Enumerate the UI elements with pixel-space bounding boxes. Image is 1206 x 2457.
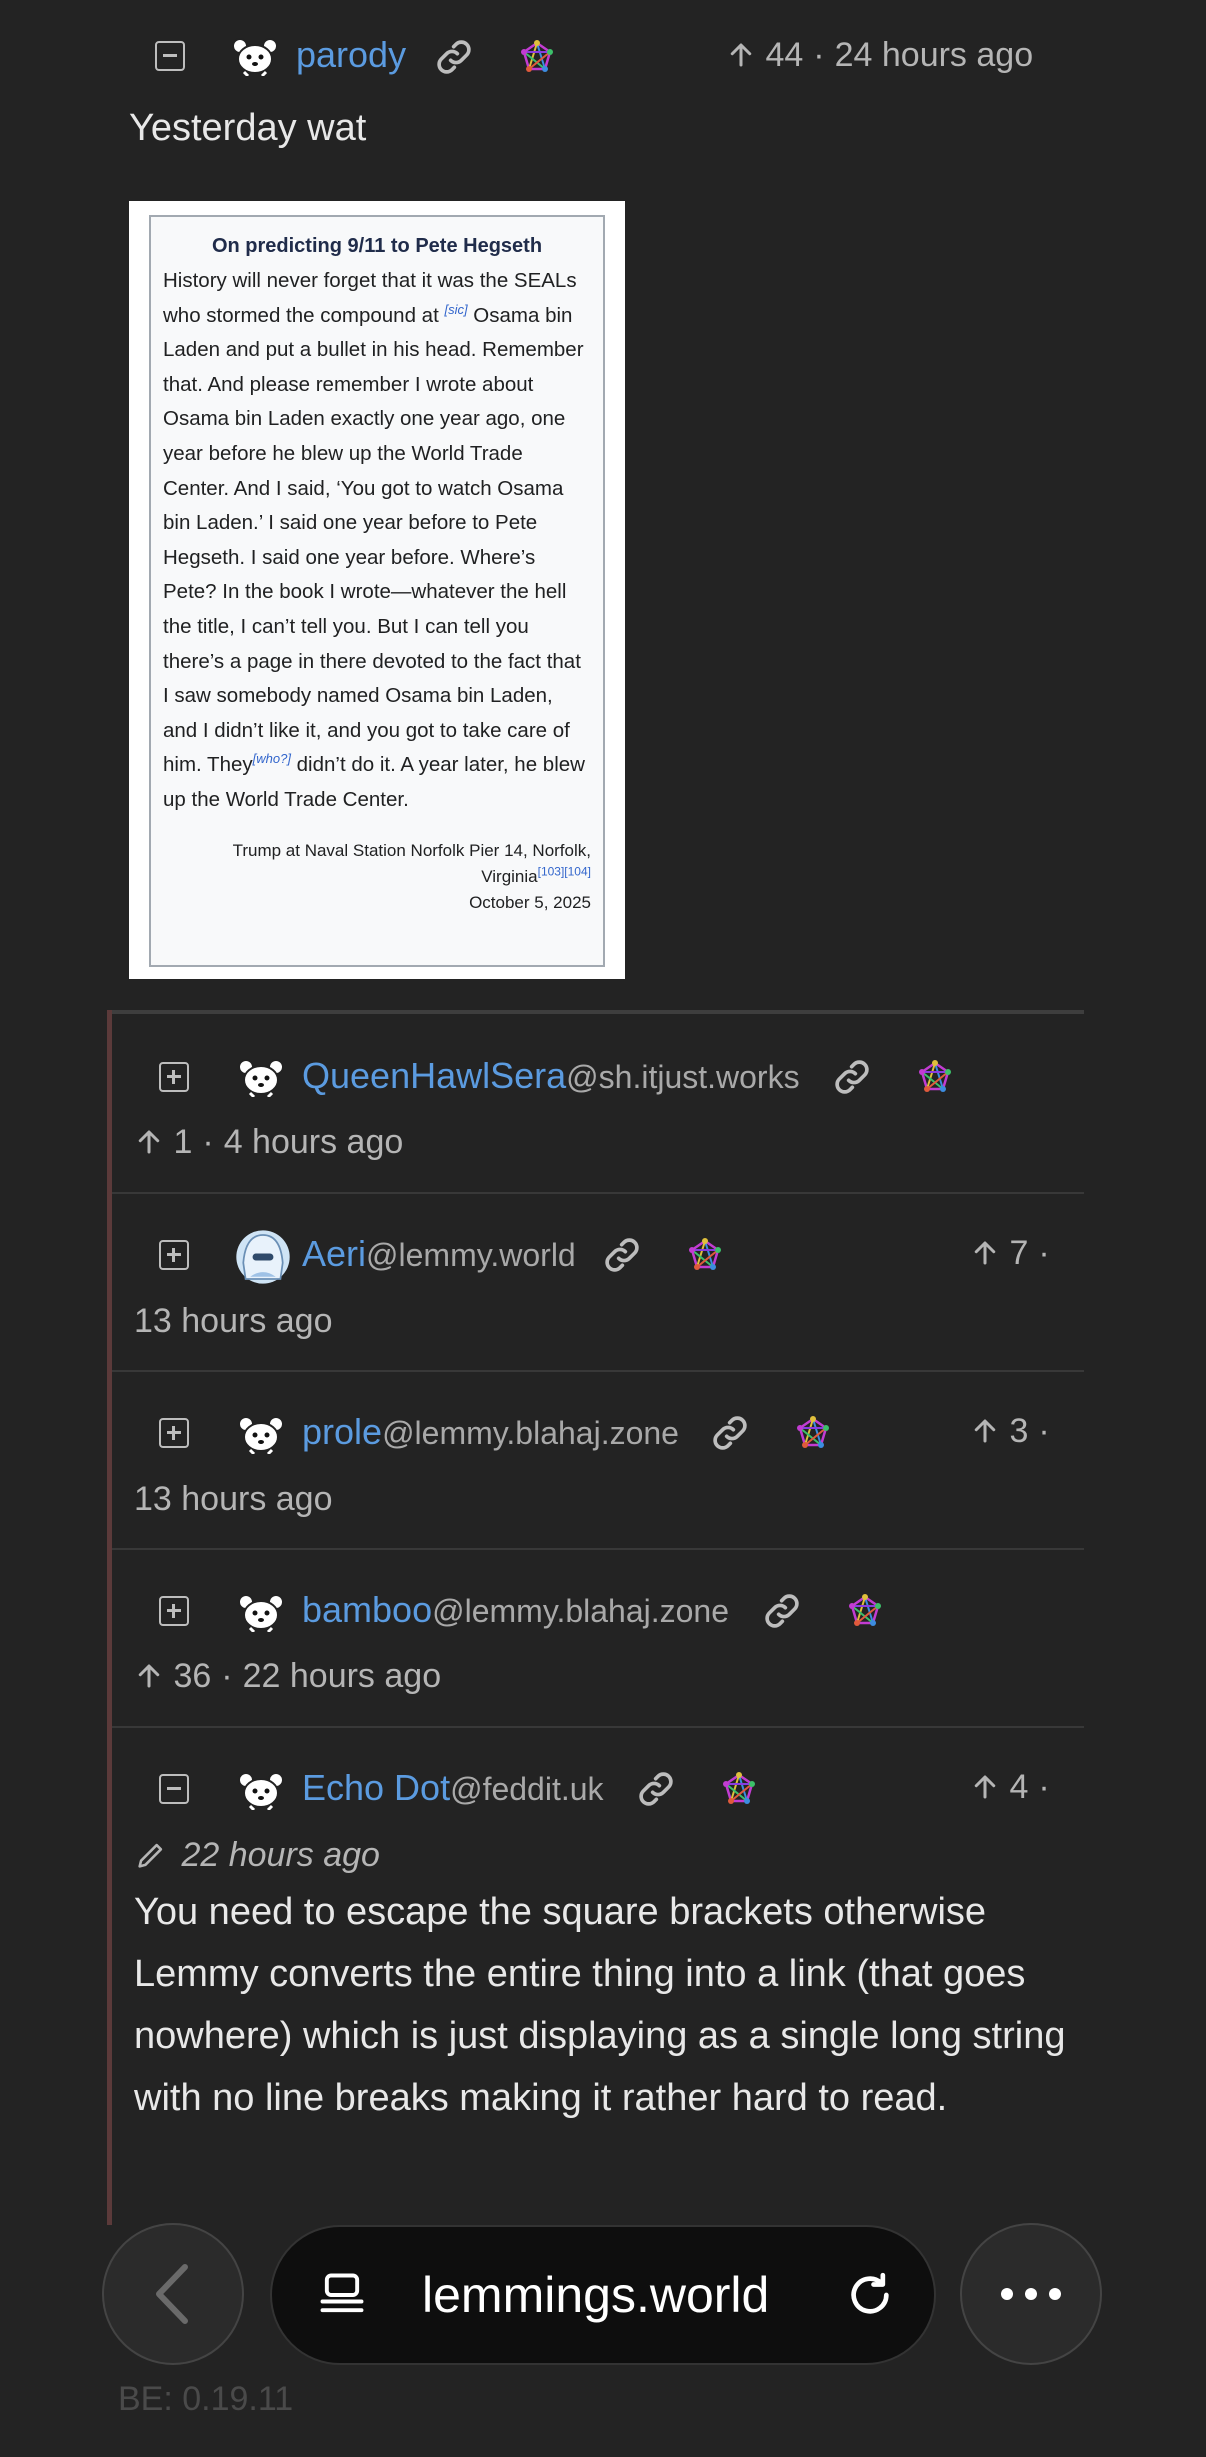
upvote-icon[interactable] <box>134 1661 164 1691</box>
link-icon[interactable] <box>636 1769 676 1809</box>
fediverse-icon[interactable] <box>722 1772 756 1806</box>
upvote-icon[interactable] <box>970 1238 1000 1268</box>
comment-meta: 1 · 4 hours ago <box>134 1123 403 1162</box>
comment-username[interactable]: bamboo@lemmy.blahaj.zone <box>302 1589 729 1631</box>
comment-username[interactable]: Echo Dot@feddit.uk <box>302 1767 604 1809</box>
collapse-icon[interactable] <box>159 1774 189 1804</box>
comment-score: 4 · <box>970 1768 1060 1807</box>
quote-box: On predicting 9/11 to Pete Hegseth Histo… <box>149 215 605 967</box>
upvote-icon[interactable] <box>726 40 756 70</box>
fediverse-icon[interactable] <box>520 40 554 74</box>
link-icon[interactable] <box>434 37 474 77</box>
upvote-icon[interactable] <box>134 1127 164 1157</box>
comment-time: 22 hours ago <box>134 1836 380 1875</box>
upvote-icon[interactable] <box>970 1772 1000 1802</box>
reload-icon[interactable] <box>842 2267 898 2323</box>
quote-title: On predicting 9/11 to Pete Hegseth <box>211 235 543 257</box>
comment-time: 13 hours ago <box>134 1302 333 1340</box>
url-text: lemmings.world <box>422 2267 770 2323</box>
back-button[interactable] <box>102 2223 244 2365</box>
more-button[interactable] <box>960 2223 1102 2365</box>
comment-username[interactable]: prole@lemmy.blahaj.zone <box>302 1411 679 1453</box>
avatar <box>236 1057 286 1097</box>
fediverse-icon[interactable] <box>918 1060 952 1094</box>
link-icon[interactable] <box>832 1057 872 1097</box>
comment-text: You need to escape the square brackets o… <box>134 1891 1066 2119</box>
post-username[interactable]: parody <box>296 34 406 76</box>
backend-version: BE: 0.19.11 <box>118 2380 294 2418</box>
comment-username[interactable]: Aeri@lemmy.world <box>302 1233 576 1275</box>
reader-icon[interactable] <box>316 2269 368 2321</box>
comment-time: 13 hours ago <box>134 1480 333 1518</box>
address-bar[interactable]: lemmings.world <box>270 2225 936 2365</box>
collapse-icon[interactable] <box>155 41 185 71</box>
expand-icon[interactable] <box>159 1062 189 1092</box>
expand-icon[interactable] <box>159 1240 189 1270</box>
upvote-icon[interactable] <box>970 1416 1000 1446</box>
quote-attribution: Trump at Naval Station Norfolk Pier 14, … <box>232 840 591 912</box>
comment-score: 7 · <box>970 1234 1060 1273</box>
pencil-icon <box>138 1843 163 1868</box>
avatar <box>236 1414 286 1454</box>
link-icon[interactable] <box>710 1413 750 1453</box>
expand-icon[interactable] <box>159 1596 189 1626</box>
comment-meta: 36 · 22 hours ago <box>134 1657 441 1696</box>
chevron-left-icon <box>156 2264 188 2324</box>
fediverse-icon[interactable] <box>848 1594 882 1628</box>
link-icon[interactable] <box>602 1235 642 1275</box>
comment-score: 3 · <box>970 1412 1060 1451</box>
fediverse-icon[interactable] <box>688 1238 722 1272</box>
post-score: 44 <box>765 36 804 74</box>
avatar <box>230 36 280 76</box>
avatar <box>236 1770 286 1810</box>
post-meta: 44 · 24 hours ago <box>726 36 1033 75</box>
quote-image[interactable]: On predicting 9/11 to Pete Hegseth Histo… <box>129 201 625 979</box>
comment-username[interactable]: QueenHawlSera@sh.itjust.works <box>302 1055 800 1097</box>
fediverse-icon[interactable] <box>796 1416 830 1450</box>
quote-text: History will never forget that it was th… <box>163 269 585 811</box>
more-dots-icon <box>1001 2288 1061 2300</box>
expand-icon[interactable] <box>159 1418 189 1448</box>
avatar <box>236 1230 290 1284</box>
link-icon[interactable] <box>762 1591 802 1631</box>
avatar <box>236 1592 286 1632</box>
post-time: 24 hours ago <box>834 36 1034 74</box>
post-text: Yesterday wat <box>129 107 367 149</box>
